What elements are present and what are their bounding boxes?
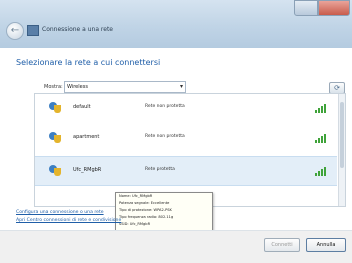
network-row-selected[interactable]: Ufc_RMgbR Rete protetta [35, 156, 337, 186]
back-button[interactable]: ← [6, 22, 24, 40]
scroll-thumb[interactable] [340, 102, 344, 168]
network-name: default [73, 104, 91, 110]
network-status: Rete non protetta [145, 134, 185, 139]
page-heading: Selezionare la rete a cui connettersi [16, 58, 161, 67]
signal-strength-icon [315, 133, 329, 143]
chevron-down-icon: ▾ [179, 83, 183, 90]
network-shield-icon [49, 102, 61, 113]
connect-to-network-window: ← Connessione a una rete Selezionare la … [0, 0, 352, 263]
network-status: Rete protetta [145, 167, 175, 172]
network-shield-icon [49, 165, 61, 176]
refresh-icon: ⟳ [334, 84, 340, 92]
signal-strength-icon [315, 166, 329, 176]
minimize-button[interactable] [294, 0, 318, 16]
network-list[interactable]: default Rete non protetta apartment Rete… [34, 93, 346, 207]
cancel-button[interactable]: Annulla [306, 238, 346, 252]
connect-button[interactable]: Connetti [264, 238, 300, 252]
network-name: Ufc_RMgbR [73, 167, 102, 173]
tooltip-line: Nome: Ufc_RMgbR [119, 194, 153, 198]
back-arrow-icon: ← [10, 25, 20, 36]
scrollbar[interactable] [338, 94, 345, 206]
network-name: apartment [73, 134, 100, 140]
filter-dropdown[interactable]: Wireless ▾ [64, 81, 186, 93]
setup-connection-link[interactable]: Configura una connessione o una rete [16, 210, 104, 215]
network-shield-icon [49, 132, 61, 143]
filter-value: Wireless [67, 84, 88, 90]
tooltip-line: Tipo frequenza radio: 802.11g [119, 215, 174, 219]
network-status: Rete non protetta [145, 104, 185, 109]
signal-strength-icon [315, 103, 329, 113]
tooltip-line: Tipo di protezione: WPA2-PSK [119, 208, 172, 212]
tooltip-line: Potenza segnale: Eccellente [119, 201, 170, 205]
network-row[interactable]: default Rete non protetta [35, 94, 337, 122]
tooltip-line: SSID: Ufc_RMgbR [119, 222, 151, 226]
network-center-link[interactable]: Apri Centro connessioni di rete e condiv… [16, 218, 121, 223]
network-row[interactable]: apartment Rete non protetta [35, 124, 337, 152]
window-title: Connessione a una rete [42, 26, 113, 33]
network-icon [27, 25, 39, 36]
close-button[interactable] [318, 0, 350, 16]
filter-label: Mostra: [44, 84, 63, 90]
